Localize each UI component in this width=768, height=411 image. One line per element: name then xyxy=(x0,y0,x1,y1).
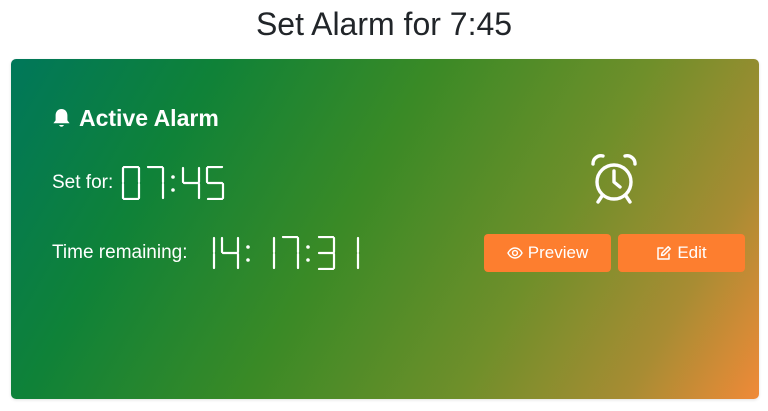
time-digit-1 xyxy=(340,236,360,270)
time-digit-1 xyxy=(256,236,276,270)
time-colon xyxy=(304,236,312,270)
time-remaining-value xyxy=(196,236,364,270)
bell-icon xyxy=(52,108,71,129)
time-digit-4 xyxy=(181,166,201,200)
set-for-row: Set for: xyxy=(52,163,229,203)
time-digit-4 xyxy=(220,236,240,270)
eye-icon xyxy=(506,245,523,261)
set-for-time xyxy=(121,166,229,200)
time-digit-5 xyxy=(205,166,225,200)
card-header-label: Active Alarm xyxy=(79,105,219,131)
time-digit-7 xyxy=(280,236,300,270)
preview-button[interactable]: Preview xyxy=(484,234,611,272)
time-digit-7 xyxy=(145,166,165,200)
time-colon xyxy=(244,236,252,270)
active-alarm-card: Active Alarm Set for: Time remaining: Pr… xyxy=(11,59,759,399)
preview-button-label: Preview xyxy=(527,243,589,262)
time-digit-0 xyxy=(121,166,141,200)
alarm-clock-icon xyxy=(587,152,641,206)
card-header: Active Alarm xyxy=(52,105,219,132)
time-remaining-row: Time remaining: xyxy=(52,233,364,273)
page-title: Set Alarm for 7:45 xyxy=(255,6,513,42)
edit-button[interactable]: Edit xyxy=(618,234,745,272)
time-remaining-label: Time remaining: xyxy=(52,242,188,263)
time-digit-1 xyxy=(196,236,216,270)
time-digit-3 xyxy=(316,236,336,270)
time-colon xyxy=(169,166,177,200)
edit-button-label: Edit xyxy=(677,243,707,262)
edit-icon xyxy=(656,245,672,261)
set-for-label: Set for: xyxy=(52,172,114,193)
